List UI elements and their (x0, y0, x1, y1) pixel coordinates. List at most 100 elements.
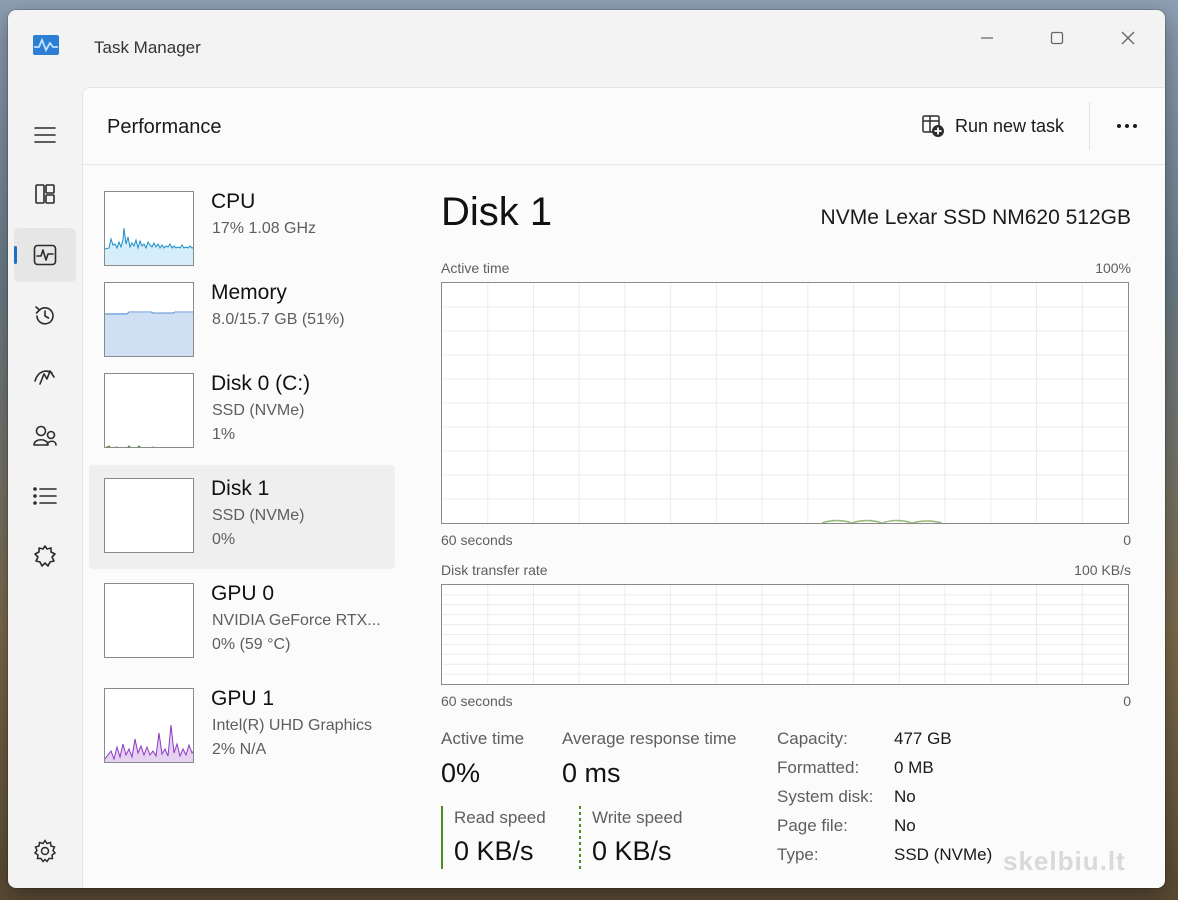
navigation-rail (8, 86, 82, 888)
cpu-thumbnail-graph (104, 191, 194, 266)
device-subtitle: SSD (NVMe) (212, 507, 305, 524)
active-time-graph-max: 100% (1095, 260, 1131, 276)
nav-services[interactable] (14, 529, 76, 583)
formatted-label: Formatted: (777, 758, 860, 777)
page-file-value: No (894, 816, 916, 835)
processes-icon (35, 184, 55, 204)
app-history-icon (35, 306, 54, 325)
startup-apps-icon (34, 370, 55, 385)
device-usage: 1% (212, 426, 236, 443)
maximize-icon (1050, 31, 1064, 45)
disk0-thumbnail-graph (104, 373, 194, 448)
disk-model: NVMe Lexar SSD NM620 512GB (820, 206, 1131, 229)
content-header: Performance Run new task (83, 88, 1165, 165)
device-name: Disk 0 (C:) (211, 372, 311, 395)
system-disk-value: No (894, 787, 916, 806)
nav-details[interactable] (14, 469, 76, 523)
nav-processes[interactable] (14, 167, 76, 221)
disk-title: Disk 1 (441, 190, 553, 234)
memory-thumbnail-graph (104, 282, 194, 357)
nav-performance[interactable] (14, 228, 76, 282)
device-name: GPU 0 (211, 582, 275, 605)
transfer-rate-graph-max: 100 KB/s (1074, 562, 1131, 578)
run-new-task-icon (922, 115, 944, 137)
write-speed-value: 0 KB/s (592, 836, 672, 866)
transfer-rate-graph-min: 0 (1123, 693, 1131, 709)
task-manager-window: Task Manager Performance Run new task CP… (8, 10, 1165, 888)
type-value: SSD (NVMe) (894, 845, 993, 864)
device-usage: 0% (212, 531, 236, 548)
disk1-thumbnail-graph (104, 478, 194, 553)
hamburger-menu-button[interactable] (14, 108, 76, 162)
more-options-button[interactable] (1110, 112, 1144, 140)
run-new-task-button[interactable]: Run new task (921, 110, 1064, 142)
avg-response-label: Average response time (562, 729, 737, 748)
active-time-graph-duration: 60 seconds (441, 532, 513, 548)
active-time-stat-label: Active time (441, 729, 525, 748)
more-dot (1133, 124, 1137, 128)
task-manager-app-icon (33, 35, 59, 55)
title-bar: Task Manager (8, 10, 1165, 86)
minimize-icon (981, 37, 993, 39)
device-usage: 2% N/A (212, 741, 267, 758)
device-item-memory[interactable]: Memory 8.0/15.7 GB (51%) (89, 269, 395, 373)
active-time-graph-label: Active time (441, 260, 510, 276)
settings-icon (33, 839, 57, 863)
active-time-stat-value: 0% (441, 758, 481, 788)
active-time-graph-min: 0 (1123, 532, 1131, 548)
nav-startup-apps[interactable] (14, 349, 76, 403)
window-title: Task Manager (94, 38, 201, 57)
performance-icon (33, 244, 57, 266)
read-speed-label: Read speed (454, 808, 546, 827)
write-speed-indicator (579, 806, 581, 869)
hamburger-menu-icon (34, 127, 56, 143)
avg-response-value: 0 ms (562, 758, 621, 788)
capacity-label: Capacity: (777, 729, 848, 748)
gpu1-thumbnail-graph (104, 688, 194, 763)
transfer-rate-graph (441, 584, 1129, 685)
device-item-disk-0[interactable]: Disk 0 (C:) SSD (NVMe) 1% (89, 360, 395, 464)
device-subtitle: 8.0/15.7 GB (51%) (212, 311, 345, 328)
transfer-rate-graph-label: Disk transfer rate (441, 562, 548, 578)
device-item-gpu-1[interactable]: GPU 1 Intel(R) UHD Graphics 2% N/A (89, 675, 395, 779)
read-speed-indicator (441, 806, 443, 869)
device-item-gpu-0[interactable]: GPU 0 NVIDIA GeForce RTX... 0% (59 °C) (89, 570, 395, 674)
write-speed-label: Write speed (592, 808, 683, 827)
capacity-value: 477 GB (894, 729, 952, 748)
details-icon (33, 487, 57, 505)
header-divider (1089, 102, 1090, 150)
more-dot (1125, 124, 1129, 128)
device-subtitle: NVIDIA GeForce RTX... (212, 612, 381, 629)
minimize-button[interactable] (964, 20, 1010, 56)
close-icon (1121, 31, 1135, 45)
maximize-button[interactable] (1034, 20, 1080, 56)
nav-app-history[interactable] (14, 289, 76, 343)
device-subtitle: Intel(R) UHD Graphics (212, 717, 373, 734)
active-nav-indicator (14, 246, 17, 264)
active-time-trace (821, 519, 943, 523)
device-name: GPU 1 (211, 687, 275, 710)
type-label: Type: (777, 845, 819, 864)
device-subtitle: 17% 1.08 GHz (212, 220, 317, 237)
device-usage: 0% (59 °C) (212, 636, 291, 653)
device-name: Disk 1 (211, 477, 270, 500)
formatted-value: 0 MB (894, 758, 934, 777)
services-icon (34, 545, 56, 567)
close-button[interactable] (1105, 20, 1151, 56)
gpu0-thumbnail-graph (104, 583, 194, 658)
active-time-graph (441, 282, 1129, 524)
device-item-disk-1[interactable]: Disk 1 SSD (NVMe) 0% (89, 465, 395, 569)
transfer-rate-graph-duration: 60 seconds (441, 693, 513, 709)
device-name: Memory (211, 281, 287, 304)
system-disk-label: System disk: (777, 787, 874, 806)
device-subtitle: SSD (NVMe) (212, 402, 305, 419)
nav-users[interactable] (14, 409, 76, 463)
read-speed-value: 0 KB/s (454, 836, 534, 866)
settings-button[interactable] (14, 828, 76, 874)
more-dot (1117, 124, 1121, 128)
device-item-cpu[interactable]: CPU 17% 1.08 GHz (89, 178, 395, 282)
watermark: skelbiu.lt (1003, 846, 1126, 876)
device-name: CPU (211, 190, 256, 213)
page-title: Performance (107, 116, 222, 138)
users-icon (33, 425, 57, 446)
